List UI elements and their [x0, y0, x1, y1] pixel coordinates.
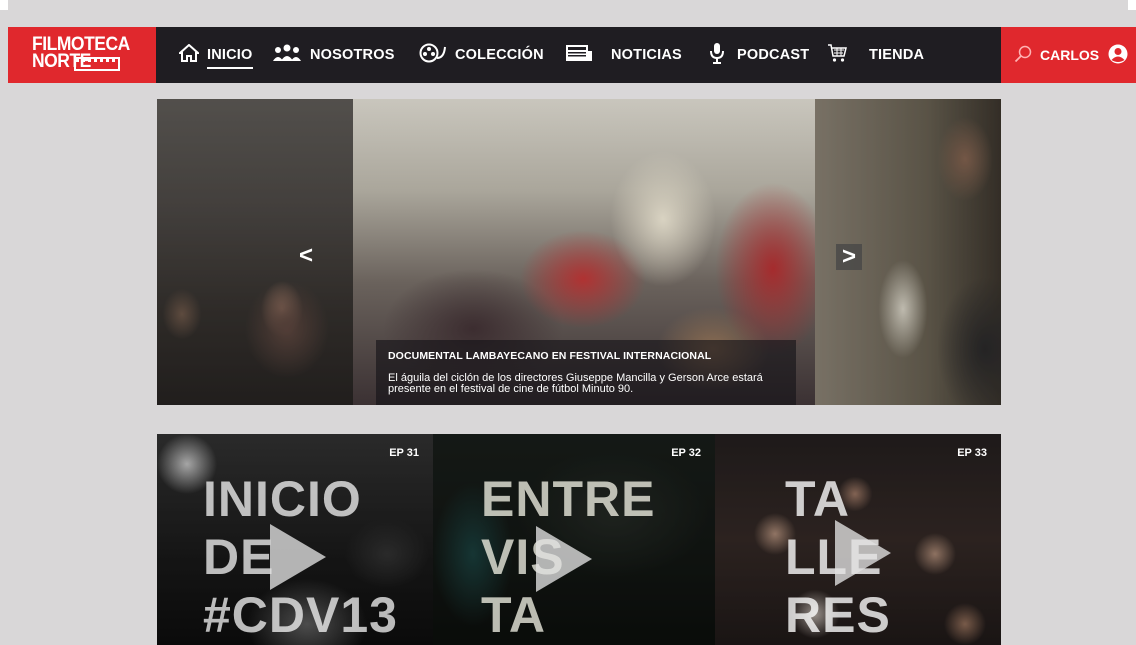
slider-prev-button[interactable]: <	[293, 242, 319, 269]
top-strip	[0, 0, 1136, 10]
cart-icon	[827, 43, 847, 67]
site-logo[interactable]: FILMOTECA NORTE	[8, 27, 156, 83]
nav-item-coleccion[interactable]: COLECCIÓN	[417, 27, 544, 83]
hero-slider: < > DOCUMENTAL LAMBAYECANO EN FESTIVAL I…	[157, 99, 1001, 405]
user-name[interactable]: CARLOS	[1040, 47, 1099, 63]
play-icon[interactable]	[835, 520, 891, 586]
nav-item-nosotros[interactable]: NOSOTROS	[272, 27, 395, 83]
slide-caption[interactable]: DOCUMENTAL LAMBAYECANO EN FESTIVAL INTER…	[376, 340, 796, 405]
slider-next-button[interactable]: >	[836, 243, 862, 270]
nav-item-tienda[interactable]: TIENDA	[827, 27, 924, 83]
play-icon[interactable]	[536, 526, 592, 592]
nav-label: INICIO	[207, 47, 253, 69]
episode-label: EP 32	[671, 447, 701, 459]
home-icon	[177, 43, 201, 66]
nav-label: NOSOTROS	[310, 47, 395, 63]
film-strip-icon	[74, 57, 120, 71]
nav-label: TIENDA	[869, 47, 925, 63]
main-nav: INICIO NOSOTROS COLECCIÓN NOTICIAS PODCA…	[156, 27, 1001, 83]
episode-card-33[interactable]: TA LLE RES EP 33	[715, 434, 1001, 645]
episode-card-31[interactable]: INICIO DE #CDV13 EP 31	[157, 434, 433, 645]
nav-item-noticias[interactable]: NOTICIAS	[565, 27, 682, 83]
user-avatar-icon[interactable]	[1108, 44, 1128, 67]
nav-label: PODCAST	[737, 47, 810, 63]
site-header: FILMOTECA NORTE INICIO NOSOTROS COLECCIÓ…	[8, 27, 1136, 83]
play-icon[interactable]	[270, 524, 326, 590]
search-icon[interactable]	[1014, 45, 1032, 66]
episode-card-32[interactable]: ENTRE VIS TA EP 32	[433, 434, 715, 645]
episode-label: EP 31	[389, 447, 419, 459]
nav-label: NOTICIAS	[611, 47, 682, 63]
slide-previous-image	[157, 99, 353, 405]
microphone-icon	[709, 42, 725, 68]
podcast-episodes: INICIO DE #CDV13 EP 31 ENTRE VIS TA EP 3…	[157, 434, 1001, 645]
nav-label: COLECCIÓN	[455, 47, 544, 63]
episode-label: EP 33	[957, 447, 987, 459]
nav-item-podcast[interactable]: PODCAST	[709, 27, 809, 83]
film-reel-icon	[417, 43, 447, 67]
people-icon	[272, 44, 302, 66]
slide-caption-text: El águila del ciclón de los directores G…	[388, 372, 763, 395]
user-area: CARLOS	[1001, 27, 1136, 83]
nav-item-inicio[interactable]: INICIO	[177, 27, 253, 83]
newspaper-icon	[565, 43, 593, 67]
slide-caption-title: DOCUMENTAL LAMBAYECANO EN FESTIVAL INTER…	[388, 350, 712, 362]
